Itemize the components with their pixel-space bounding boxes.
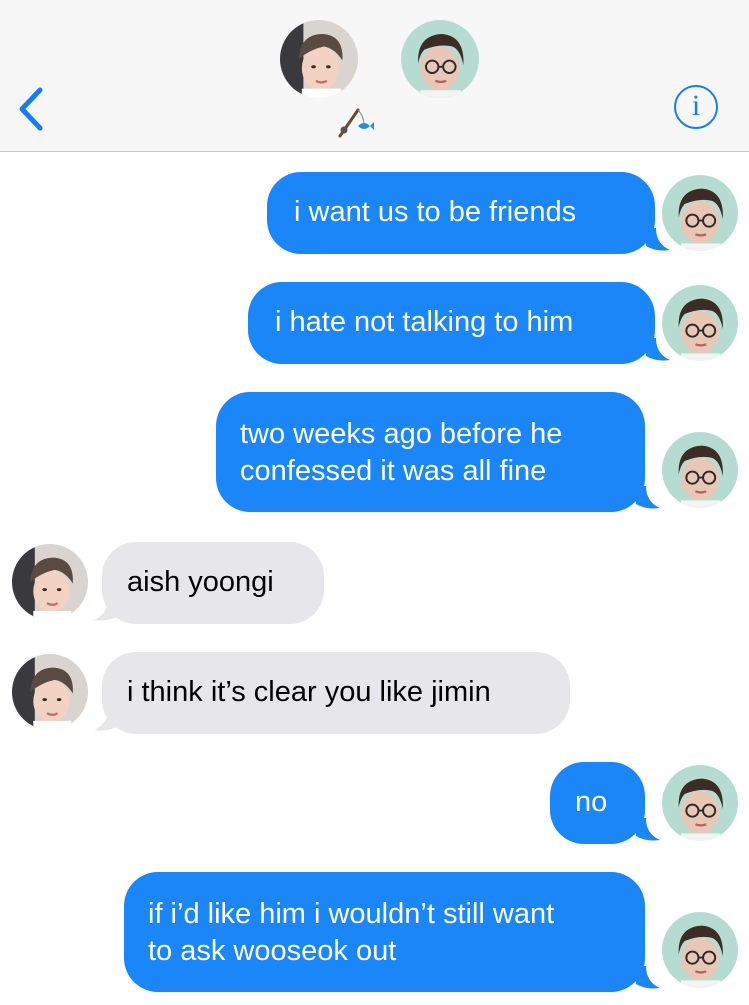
avatar-yoongi [662,912,738,988]
incoming-message[interactable]: i think it’s clear you like jimin [102,652,570,734]
fishing-pole-icon [338,108,374,138]
avatar-yoongi [662,432,738,508]
incoming-message[interactable]: aish yoongi [102,542,324,624]
message-line: if i’d like him i wouldn’t still want [148,898,555,930]
outgoing-message[interactable]: if i’d like him i wouldn’t still want to… [124,872,645,992]
conversation-header: i [0,0,749,152]
message-line: two weeks ago before he [240,418,563,450]
avatar-yoongi [662,175,738,251]
group-avatar-yoongi[interactable] [401,20,479,98]
avatar-yoongi [662,285,738,361]
outgoing-message[interactable]: no [550,762,645,844]
avatar-jin [12,654,88,730]
chevron-left-icon[interactable] [14,86,48,132]
info-button[interactable]: i [674,85,718,129]
outgoing-message[interactable]: i want us to be friends [267,172,655,254]
avatar-jin [12,544,88,620]
outgoing-message[interactable]: i hate not talking to him [248,282,655,364]
avatar-yoongi [662,765,738,841]
group-avatar-jin[interactable] [280,20,358,98]
message-line: to ask wooseok out [148,935,397,967]
message-line: confessed it was all fine [240,455,547,487]
outgoing-message[interactable]: two weeks ago before he confessed it was… [216,392,645,512]
